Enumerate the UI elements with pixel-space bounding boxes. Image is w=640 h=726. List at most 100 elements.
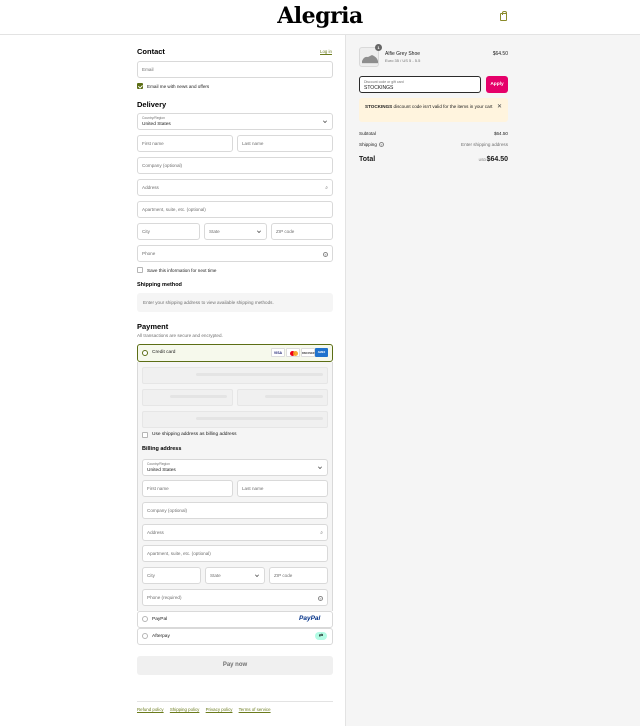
billing-address-placeholder: Address	[147, 530, 164, 535]
discount-warning: STOCKINGS discount code isn't valid for …	[359, 98, 508, 122]
billing-phone-placeholder: Phone (required)	[147, 595, 182, 600]
first-name-placeholder: First name	[142, 141, 164, 146]
billing-state-placeholder: State	[210, 573, 221, 578]
discover-icon: DISCOVER	[301, 348, 315, 357]
billing-company-field[interactable]: Company (optional)	[142, 502, 328, 519]
billing-address-heading: Billing address	[142, 446, 182, 452]
email-placeholder: Email	[142, 67, 154, 72]
billing-first-name-field[interactable]: First name	[142, 480, 233, 497]
refund-policy-link[interactable]: Refund policy	[137, 707, 164, 712]
search-icon: ⌕	[325, 185, 328, 191]
billing-company-placeholder: Company (optional)	[147, 508, 188, 513]
warning-message: discount code isn't valid for the items …	[392, 104, 493, 109]
paypal-radio[interactable]	[142, 616, 148, 622]
apply-discount-button[interactable]: Apply	[486, 76, 508, 93]
billing-country-select[interactable]: Country/Region United States	[142, 459, 328, 476]
terms-of-service-link[interactable]: Terms of service	[239, 707, 271, 712]
help-icon[interactable]: ?	[318, 596, 323, 601]
phone-field[interactable]: Phone ?	[137, 245, 333, 262]
address-placeholder: Address	[142, 185, 159, 190]
login-link[interactable]: Log in	[320, 49, 332, 54]
billing-last-name-placeholder: Last name	[242, 486, 264, 491]
shipping-policy-link[interactable]: Shipping policy	[170, 707, 200, 712]
zip-field[interactable]: ZIP code	[271, 223, 333, 240]
state-select[interactable]: State	[204, 223, 267, 240]
billing-country-label: Country/Region	[147, 462, 170, 466]
paypal-logo: PayPal	[299, 615, 321, 622]
paypal-label: PayPal	[152, 616, 168, 622]
apartment-placeholder: Apartment, suite, etc. (optional)	[142, 207, 206, 212]
discount-label: Discount code or gift card	[364, 79, 404, 84]
loading-placeholder	[170, 395, 227, 398]
discount-code-input[interactable]: Discount code or gift card STOCKINGS	[359, 76, 481, 93]
company-field[interactable]: Company (optional)	[137, 157, 333, 174]
country-value: United States	[142, 122, 171, 127]
discount-value: STOCKINGS	[364, 85, 394, 91]
afterpay-icon: ⇄	[315, 632, 327, 640]
apartment-field[interactable]: Apartment, suite, etc. (optional)	[137, 201, 333, 218]
phone-placeholder: Phone	[142, 251, 156, 256]
footer-links: Refund policy Shipping policy Privacy po…	[137, 707, 276, 712]
quantity-badge: 1	[375, 44, 382, 51]
chevron-down-icon	[318, 465, 322, 469]
state-placeholder: State	[209, 229, 220, 234]
shipping-method-message: Enter your shipping address to view avai…	[143, 300, 274, 305]
warning-code: STOCKINGS	[365, 104, 393, 109]
billing-city-field[interactable]: City	[142, 567, 201, 584]
country-select[interactable]: Country/Region United States	[137, 113, 333, 130]
discount-warning-text: STOCKINGS discount code isn't valid for …	[365, 103, 495, 111]
city-placeholder: City	[142, 229, 150, 234]
shipping-method-heading: Shipping method	[137, 282, 182, 288]
billing-phone-field[interactable]: Phone (required) ?	[142, 589, 328, 606]
save-info-label: Save this information for next time	[147, 267, 217, 273]
loading-placeholder	[265, 395, 323, 398]
credit-card-label: Credit card	[152, 350, 176, 355]
total-value: $64.50	[486, 156, 508, 163]
first-name-field[interactable]: First name	[137, 135, 233, 152]
shipping-value: Enter shipping address	[461, 142, 508, 147]
shopping-bag-icon[interactable]	[500, 11, 507, 21]
brand-logo[interactable]: Alegria	[0, 3, 640, 29]
info-icon[interactable]: ?	[379, 142, 384, 147]
afterpay-radio[interactable]	[142, 633, 148, 639]
product-variant: Euro 35 / US 5 - 5.5	[385, 58, 421, 63]
afterpay-label: Afterpay	[152, 633, 170, 639]
privacy-policy-link[interactable]: Privacy policy	[206, 707, 233, 712]
billing-address-field[interactable]: Address ⌕	[142, 524, 328, 541]
billing-apartment-placeholder: Apartment, suite, etc. (optional)	[147, 551, 211, 556]
payment-subtitle: All transactions are secure and encrypte…	[137, 333, 223, 338]
shipping-method-box: Enter your shipping address to view avai…	[137, 293, 333, 312]
payment-heading: Payment	[137, 322, 169, 331]
amex-icon: AMEX	[315, 348, 328, 357]
billing-zip-field[interactable]: ZIP code	[269, 567, 328, 584]
loading-placeholder	[196, 373, 323, 376]
billing-apartment-field[interactable]: Apartment, suite, etc. (optional)	[142, 545, 328, 562]
billing-state-select[interactable]: State	[205, 567, 265, 584]
chevron-down-icon	[255, 573, 259, 577]
shipping-label: Shipping	[359, 142, 377, 147]
help-icon[interactable]: ?	[323, 252, 328, 257]
address-field[interactable]: Address ⌕	[137, 179, 333, 196]
pay-now-button[interactable]: Pay now	[137, 656, 333, 675]
newsletter-checkbox[interactable]	[137, 83, 143, 89]
billing-city-placeholder: City	[147, 573, 155, 578]
city-field[interactable]: City	[137, 223, 200, 240]
delivery-heading: Delivery	[137, 100, 167, 109]
order-summary-panel	[345, 35, 640, 726]
email-field[interactable]: Email	[137, 61, 333, 78]
zip-placeholder: ZIP code	[276, 229, 295, 234]
contact-heading: Contact	[137, 47, 165, 56]
last-name-placeholder: Last name	[242, 141, 264, 146]
mastercard-icon	[286, 348, 300, 357]
last-name-field[interactable]: Last name	[237, 135, 333, 152]
billing-first-name-placeholder: First name	[147, 486, 169, 491]
close-icon[interactable]: ✕	[497, 103, 502, 110]
credit-card-radio[interactable]	[142, 350, 148, 356]
subtotal-label: Subtotal	[359, 131, 376, 136]
save-info-checkbox[interactable]	[137, 267, 143, 273]
billing-last-name-field[interactable]: Last name	[237, 480, 328, 497]
loading-placeholder	[196, 417, 323, 420]
subtotal-value: $64.50	[493, 131, 508, 136]
total-label: Total	[359, 156, 376, 163]
use-shipping-address-checkbox[interactable]	[142, 432, 148, 438]
